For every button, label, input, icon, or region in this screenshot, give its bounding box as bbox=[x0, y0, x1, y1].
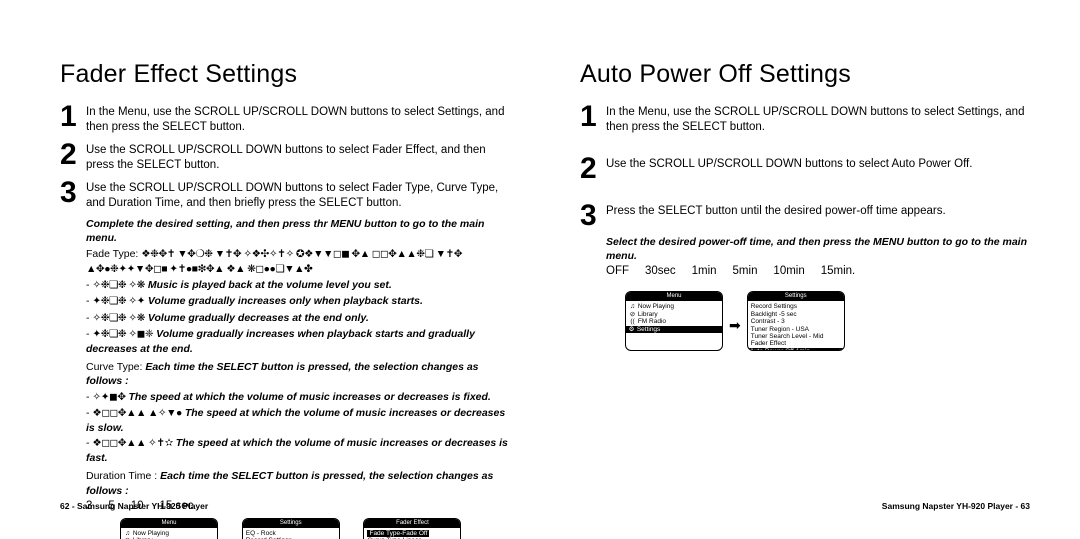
screen-menu: Menu ♫ Now Playing ⊘ Library (( FM Radio… bbox=[120, 518, 218, 539]
duration-line: Duration Time : Each time the SELECT but… bbox=[86, 469, 510, 497]
screen-settings: Settings EQ - Rock Record Settings Backl… bbox=[242, 518, 340, 539]
arrow-icon: ➡ bbox=[346, 535, 358, 539]
step-2: 2 Use the SCROLL UP/SCROLL DOWN buttons … bbox=[60, 141, 510, 173]
screen-row-right: Menu ♫ Now Playing ⊘ Library (( FM Radio… bbox=[625, 291, 1030, 351]
page-footer-left: 62 - Samsung Napster YH-920 Player bbox=[60, 501, 208, 511]
step-3: 3 Use the SCROLL UP/SCROLL DOWN buttons … bbox=[60, 179, 510, 211]
info-lead: Complete the desired setting, and then p… bbox=[86, 217, 510, 245]
screen-menu: Menu ♫ Now Playing ⊘ Library (( FM Radio… bbox=[625, 291, 723, 351]
info-lead-right: Select the desired power-off time, and t… bbox=[606, 235, 1030, 263]
autopower-options: OFF 30sec 1min 5min 10min 15min. bbox=[606, 265, 1030, 277]
step-text: Use the SCROLL UP/SCROLL DOWN buttons to… bbox=[606, 155, 1030, 172]
music-icon: ♫ bbox=[629, 303, 636, 310]
step-number: 3 bbox=[580, 202, 604, 229]
heading-fader: Fader Effect Settings bbox=[60, 60, 510, 89]
heading-autopower: Auto Power Off Settings bbox=[580, 60, 1030, 89]
arrow-icon: ➡ bbox=[224, 535, 236, 539]
step-text: Use the SCROLL UP/SCROLL DOWN buttons to… bbox=[86, 141, 510, 173]
gear-icon: ⚙ bbox=[628, 326, 635, 333]
step-number: 2 bbox=[60, 141, 84, 168]
fade-opt-4: ✦❉❏❉ ✧◼❈ Volume gradually increases when… bbox=[86, 327, 510, 356]
curve-opt-1: ✧✦◼✥ The speed at which the volume of mu… bbox=[86, 390, 510, 405]
step-text: In the Menu, use the SCROLL UP/SCROLL DO… bbox=[86, 103, 510, 135]
step-number: 1 bbox=[60, 103, 84, 130]
curve-type-line: Curve Type: Each time the SELECT button … bbox=[86, 360, 510, 388]
radio-icon: (( bbox=[629, 318, 636, 325]
disc-icon: ⊘ bbox=[629, 311, 636, 318]
left-page: Fader Effect Settings 1 In the Menu, use… bbox=[60, 60, 510, 509]
right-page: Auto Power Off Settings 1 In the Menu, u… bbox=[580, 60, 1030, 509]
step-text: Press the SELECT button until the desire… bbox=[606, 202, 1030, 219]
step-text: In the Menu, use the SCROLL UP/SCROLL DO… bbox=[606, 103, 1030, 135]
music-icon: ♫ bbox=[124, 530, 131, 537]
info-block-right: Select the desired power-off time, and t… bbox=[606, 235, 1030, 263]
fade-opt-1: ✧❉❏❉ ✧❋ Music is played back at the volu… bbox=[86, 278, 510, 293]
page-footer-right: Samsung Napster YH-920 Player - 63 bbox=[882, 501, 1030, 511]
screen-row-left: Menu ♫ Now Playing ⊘ Library (( FM Radio… bbox=[120, 518, 510, 539]
step-number: 2 bbox=[580, 155, 604, 182]
fade-opt-2: ✦❉❏❉ ✧✦ Volume gradually increases only … bbox=[86, 294, 510, 309]
curve-opt-2: ❖◻◻✥▲▲ ▲✧▼● The speed at which the volum… bbox=[86, 406, 510, 435]
step-text: Use the SCROLL UP/SCROLL DOWN buttons to… bbox=[86, 179, 510, 211]
step-1: 1 In the Menu, use the SCROLL UP/SCROLL … bbox=[60, 103, 510, 135]
fade-opt-3: ✧❉❏❉ ✧❋ Volume gradually decreases at th… bbox=[86, 311, 510, 326]
step-number: 3 bbox=[60, 179, 84, 206]
screen-settings: Settings Record Settings Backlight -5 se… bbox=[747, 291, 845, 351]
step-3: 3 Press the SELECT button until the desi… bbox=[580, 202, 1030, 229]
curve-opt-3: ❖◻◻✥▲▲ ✧✝✫ The speed at which the volume… bbox=[86, 436, 510, 465]
step-2: 2 Use the SCROLL UP/SCROLL DOWN buttons … bbox=[580, 155, 1030, 182]
fade-type-line: Fade Type: ❖❉✥✝ ▼✥❍❉ ▼✝✥ ✧❖✣✧✝✧ ✪❖▼▼◻◼ ✥… bbox=[86, 247, 510, 277]
screen-fader: Fader Effect Fade Type-Fade Off Curve Ty… bbox=[363, 518, 461, 539]
page: Fader Effect Settings 1 In the Menu, use… bbox=[0, 0, 1080, 539]
info-block: Complete the desired setting, and then p… bbox=[86, 217, 510, 498]
step-number: 1 bbox=[580, 103, 604, 130]
arrow-icon: ➡ bbox=[729, 309, 741, 334]
step-1: 1 In the Menu, use the SCROLL UP/SCROLL … bbox=[580, 103, 1030, 135]
